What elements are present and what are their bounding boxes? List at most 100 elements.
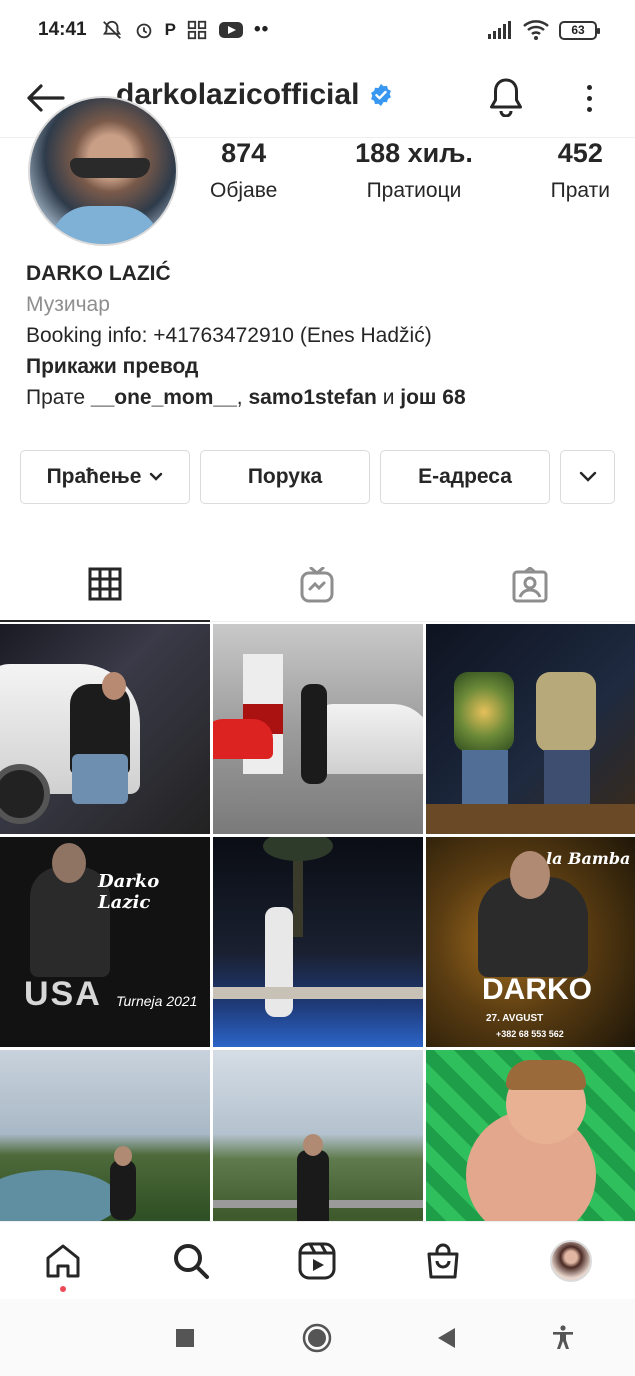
profile-avatar-small bbox=[550, 1240, 592, 1282]
post-thumbnail-2[interactable] bbox=[213, 624, 423, 834]
nav-shop[interactable] bbox=[418, 1236, 468, 1286]
post-floor bbox=[426, 804, 635, 834]
home-icon bbox=[46, 1244, 80, 1278]
post-palm-leaves bbox=[263, 837, 333, 861]
tab-posts-grid[interactable] bbox=[0, 548, 210, 622]
notifications-off-icon bbox=[102, 20, 121, 39]
chevron-down-icon bbox=[579, 471, 596, 482]
post-person-head bbox=[303, 1134, 323, 1156]
more-dot bbox=[586, 95, 592, 101]
stat-posts-label: Објаве bbox=[210, 179, 278, 202]
accessibility-button[interactable] bbox=[546, 1321, 580, 1355]
message-button[interactable]: Порука bbox=[200, 450, 370, 504]
profile-full-name: DARKO LAZIĆ bbox=[26, 262, 171, 285]
more-dots-icon: •• bbox=[253, 19, 270, 40]
post-thumbnail-8[interactable] bbox=[213, 1050, 423, 1221]
post-person bbox=[110, 1160, 136, 1220]
following-button-label: Праћење bbox=[46, 465, 142, 488]
followed-by-more[interactable]: још 68 bbox=[400, 386, 465, 409]
followed-by-sep: , bbox=[236, 386, 249, 409]
followed-by-user-1[interactable]: __one_mom__ bbox=[91, 386, 237, 409]
profile-actions: Праћење Порука Е-адреса bbox=[20, 450, 615, 504]
back-arrow-icon bbox=[27, 84, 65, 112]
followed-by-and: и bbox=[376, 386, 401, 409]
back-triangle-icon bbox=[438, 1328, 455, 1348]
post-person bbox=[301, 684, 327, 784]
recents-button[interactable] bbox=[168, 1321, 202, 1355]
accessibility-icon bbox=[553, 1325, 573, 1349]
post-pool-edge bbox=[213, 987, 423, 999]
nav-search[interactable] bbox=[166, 1236, 216, 1286]
see-translation-link[interactable]: Прикажи превод bbox=[26, 351, 616, 382]
stat-following-count: 452 bbox=[557, 138, 603, 168]
back-system-button[interactable] bbox=[430, 1321, 464, 1355]
post-child-hair bbox=[506, 1060, 586, 1090]
post-white-car bbox=[313, 704, 423, 774]
status-left-icons: P •• bbox=[101, 19, 270, 41]
followed-by[interactable]: Прате __one_mom__, samo1stefan и још 68 bbox=[26, 382, 616, 413]
email-button-label: Е-адреса bbox=[418, 465, 512, 488]
post-thumbnail-9[interactable] bbox=[426, 1050, 635, 1221]
profile-category: Музичар bbox=[26, 293, 110, 316]
home-system-button[interactable] bbox=[300, 1321, 334, 1355]
tab-igtv[interactable] bbox=[212, 548, 422, 622]
verified-badge-icon bbox=[371, 84, 392, 106]
tagged-icon bbox=[512, 567, 547, 603]
chevron-down-icon bbox=[150, 472, 163, 481]
profile-avatar[interactable] bbox=[28, 96, 178, 246]
post-thumbnail-6[interactable]: la Bamba DARKO 27. AVGUST +382 68 553 56… bbox=[426, 837, 635, 1047]
profile-bio: DARKO LAZIĆ Музичар Booking info: +41763… bbox=[26, 258, 616, 413]
post-thumbnail-1[interactable] bbox=[0, 624, 210, 834]
followed-by-prefix: Прате bbox=[26, 386, 91, 409]
post-man-2 bbox=[536, 672, 596, 752]
suggestions-button[interactable] bbox=[560, 450, 615, 504]
youtube-icon bbox=[218, 22, 243, 38]
post-labamba-date: 27. AVGUST bbox=[486, 1013, 544, 1024]
post-person-head bbox=[102, 672, 126, 700]
post-poster-head bbox=[52, 843, 86, 883]
post-person-jeans bbox=[72, 754, 128, 804]
post-thumbnail-4[interactable]: Darko Lazic USA Turneja 2021 bbox=[0, 837, 210, 1047]
post-person-white bbox=[265, 907, 293, 1017]
email-button[interactable]: Е-адреса bbox=[380, 450, 550, 504]
post-thumbnail-5[interactable] bbox=[213, 837, 423, 1047]
stat-following[interactable]: 452 Прати bbox=[551, 138, 610, 203]
post-thumbnail-3[interactable] bbox=[426, 624, 635, 834]
shop-icon bbox=[427, 1243, 459, 1279]
tab-tagged[interactable] bbox=[424, 548, 635, 622]
profile-tabs bbox=[0, 548, 635, 622]
post-person bbox=[297, 1150, 329, 1221]
post-river bbox=[0, 1170, 120, 1221]
avatar-shirt bbox=[50, 206, 160, 244]
nav-home[interactable] bbox=[38, 1236, 88, 1292]
bottom-navigation bbox=[0, 1221, 635, 1299]
profile-stats: 874 Објаве 188 хиљ. Пратиоци 452 Прати bbox=[210, 138, 610, 203]
post-red-car bbox=[213, 719, 273, 759]
home-circle-icon bbox=[302, 1323, 332, 1353]
post-labamba-phone: +382 68 553 562 bbox=[496, 1029, 564, 1039]
username-text: darkolazicofficial bbox=[116, 78, 360, 111]
home-notification-dot bbox=[60, 1286, 66, 1292]
nav-profile[interactable] bbox=[546, 1236, 596, 1286]
parking-icon: P bbox=[164, 20, 176, 39]
followed-by-user-2[interactable]: samo1stefan bbox=[248, 386, 376, 409]
igtv-icon bbox=[300, 567, 334, 603]
notifications-button[interactable] bbox=[485, 74, 527, 120]
profile-username: darkolazicofficial bbox=[116, 78, 393, 112]
wifi-icon bbox=[523, 20, 549, 40]
more-options-button[interactable] bbox=[579, 76, 599, 120]
nav-reels[interactable] bbox=[292, 1236, 342, 1286]
status-right-icons: 63 bbox=[487, 20, 600, 40]
post-labamba-darko: DARKO bbox=[482, 973, 592, 1006]
post-man-1 bbox=[454, 672, 514, 752]
post-poster-usa: USA bbox=[24, 975, 102, 1013]
bell-icon bbox=[490, 78, 522, 117]
stat-followers-count: 188 хиљ. bbox=[355, 138, 473, 168]
profile-booking-info: Booking info: +41763472910 (Enes Hadžić) bbox=[26, 324, 432, 347]
stat-followers[interactable]: 188 хиљ. Пратиоци bbox=[355, 138, 473, 203]
following-button[interactable]: Праћење bbox=[20, 450, 190, 504]
post-thumbnail-7[interactable] bbox=[0, 1050, 210, 1221]
status-time: 14:41 bbox=[38, 19, 87, 40]
post-poster-title: Darko Lazic bbox=[98, 871, 160, 913]
stat-posts[interactable]: 874 Објаве bbox=[210, 138, 277, 203]
